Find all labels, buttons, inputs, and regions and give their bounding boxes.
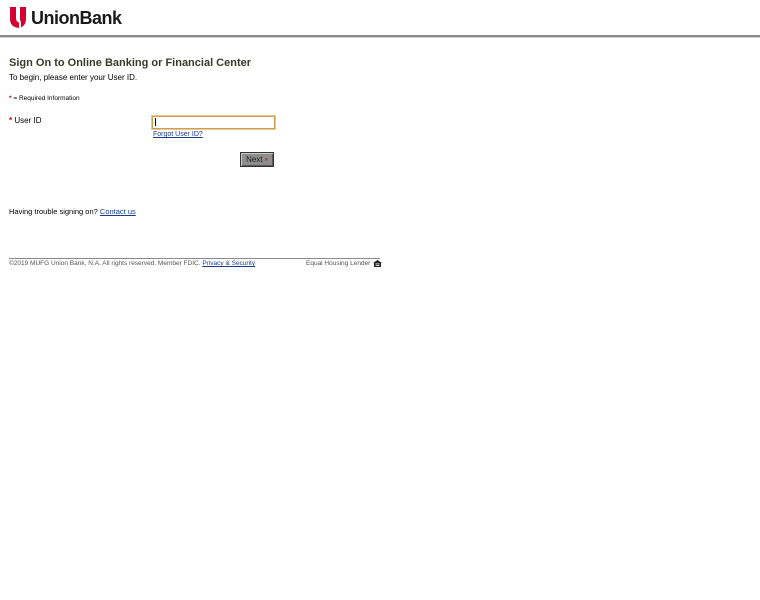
unionbank-emblem-icon (10, 7, 26, 28)
userid-label: * User ID (9, 116, 41, 125)
equal-housing-lender: Equal Housing Lender (306, 260, 383, 267)
required-star: * (9, 95, 12, 102)
required-note-text: = Required Information (13, 95, 80, 102)
brand-name: UnionBank (31, 7, 122, 28)
contact-us-link[interactable]: Contact us (100, 207, 136, 216)
copyright-text: ©2019 MUFG Union Bank, N.A. All rights r… (9, 260, 201, 267)
required-star: * (9, 116, 13, 125)
privacy-security-link[interactable]: Privacy & Security (202, 260, 255, 267)
copyright: ©2019 MUFG Union Bank, N.A. All rights r… (9, 260, 255, 267)
userid-input[interactable] (152, 116, 275, 129)
next-button[interactable]: Next » (240, 152, 274, 167)
next-arrow-icon: » (264, 156, 268, 163)
text-caret (155, 118, 156, 126)
required-note: * = Required Information (9, 95, 80, 102)
equal-housing-lender-text: Equal Housing Lender (306, 260, 371, 267)
userid-label-text: User ID (14, 116, 42, 125)
intro-text: To begin, please enter your User ID. (9, 73, 138, 82)
trouble-text: Having trouble signing on? (9, 207, 98, 216)
forgot-userid-link[interactable]: Forgot User ID? (153, 131, 203, 138)
page-title: Sign On to Online Banking or Financial C… (9, 57, 252, 69)
site-header: UnionBank (0, 0, 760, 37)
house-icon (373, 260, 383, 267)
unionbank-logo[interactable]: UnionBank (9, 7, 122, 28)
trouble-signing-on: Having trouble signing on? Contact us (9, 207, 136, 216)
next-button-label: Next (246, 155, 263, 164)
footer-divider (9, 258, 380, 259)
